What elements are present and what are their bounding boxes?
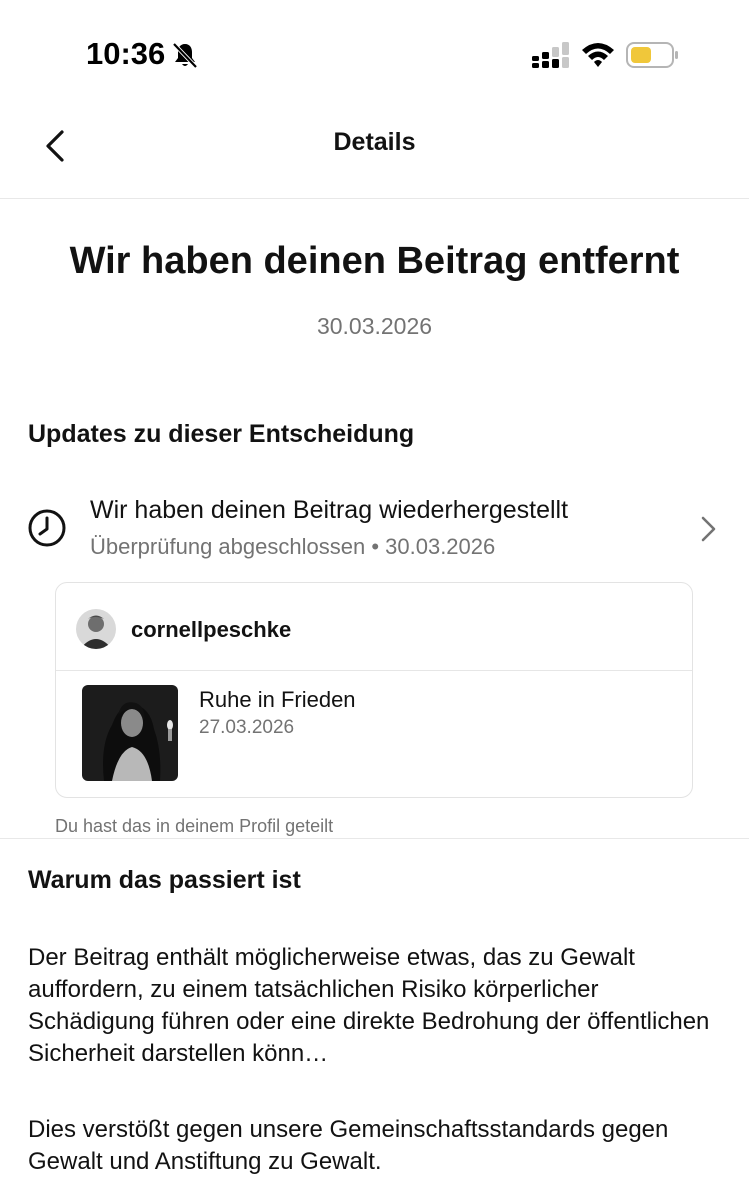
wifi-icon (582, 43, 614, 67)
clock-icon (28, 509, 66, 547)
decision-title: Wir haben deinen Beitrag entfernt (69, 240, 680, 282)
page-title: Details (333, 128, 416, 156)
post-thumbnail[interactable] (82, 685, 178, 781)
avatar (76, 609, 116, 649)
post-date: 27.03.2026 (199, 717, 295, 738)
chevron-right-icon (701, 516, 716, 542)
battery-low-power-icon (626, 42, 678, 68)
bell-muted-icon (172, 42, 198, 69)
meta-separator: • (371, 534, 380, 559)
updates-heading: Updates zu dieser Entscheidung (28, 420, 415, 448)
update-date: 30.03.2026 (385, 534, 496, 559)
update-meta: Überprüfung abgeschlossen • 30.03.2026 (90, 534, 495, 560)
status-time: 10:36 (86, 36, 166, 71)
reason-heading: Warum das passiert ist (28, 866, 301, 894)
section-divider (0, 838, 749, 839)
shared-note: Du hast das in deinem Profil geteilt (55, 816, 334, 836)
cellular-signal-icon (532, 42, 569, 68)
post-card[interactable]: cornellpeschke Ruhe in Frieden 27.03.202… (55, 582, 693, 798)
status-bar: 10:36 (0, 0, 749, 110)
update-item[interactable]: Wir haben deinen Beitrag wiederhergestel… (0, 490, 749, 570)
reason-paragraph: Der Beitrag enthält möglicherweise etwas… (28, 944, 710, 1067)
update-title: Wir haben deinen Beitrag wiederhergestel… (90, 496, 569, 524)
decision-date: 30.03.2026 (316, 313, 433, 339)
policy-paragraph: Dies verstößt gegen unsere Gemeinschafts… (28, 1116, 669, 1175)
post-card-header: cornellpeschke (56, 583, 692, 671)
post-username[interactable]: cornellpeschke (131, 617, 291, 643)
update-status: Überprüfung abgeschlossen (90, 534, 366, 559)
post-caption: Ruhe in Frieden (199, 687, 356, 712)
nav-bar: Details (0, 110, 749, 199)
